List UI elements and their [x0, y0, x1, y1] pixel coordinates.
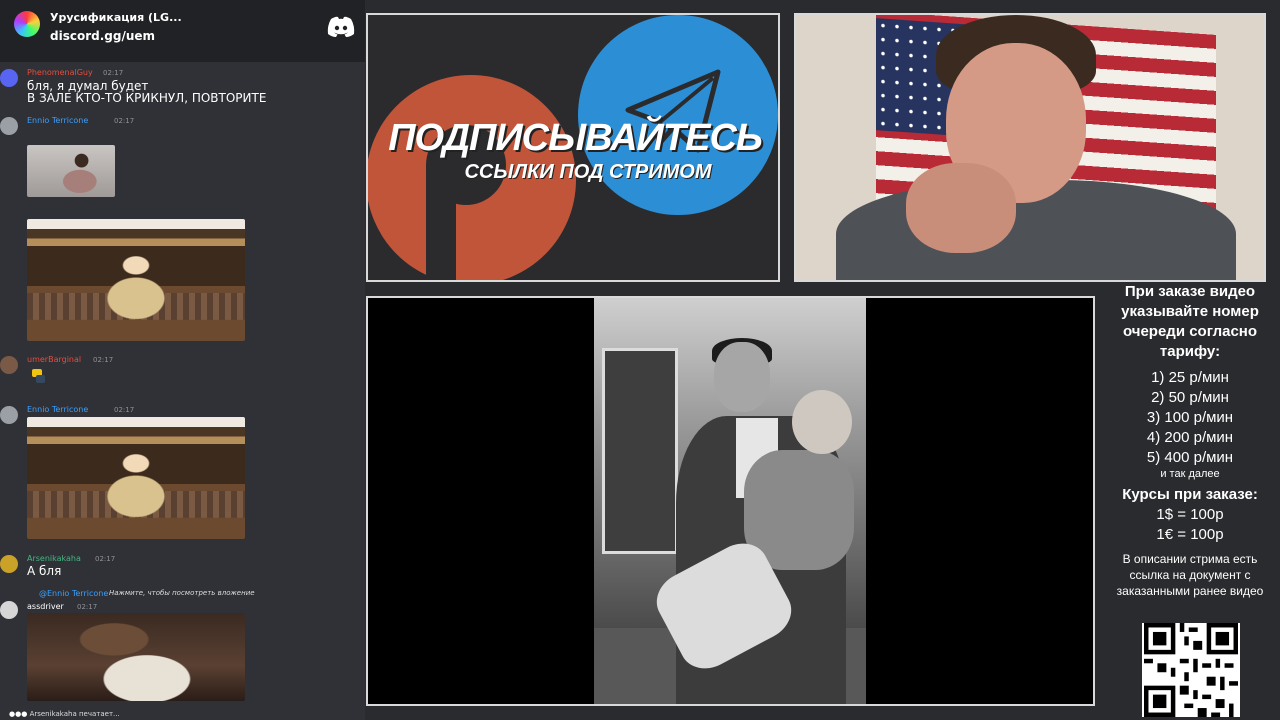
tariff-item: 1) 25 р/мин: [1151, 369, 1229, 386]
server-icon[interactable]: [14, 11, 40, 37]
message-username[interactable]: umerBarginal: [27, 355, 81, 364]
avatar[interactable]: [0, 555, 18, 573]
chat-header: Урусификация (LG... discord.gg/uem: [0, 0, 365, 62]
message-timestamp: 02:17: [103, 69, 124, 77]
description-note: В описании стрима есть ссылка на докумен…: [1116, 552, 1264, 598]
tariff-item: 3) 100 р/мин: [1146, 409, 1234, 426]
tariff-item: 5) 400 р/мин: [1146, 449, 1234, 466]
message-timestamp: 02:17: [93, 356, 114, 364]
tariff-item: 2) 50 р/мин: [1151, 389, 1229, 406]
message-timestamp: 02:17: [114, 406, 135, 414]
gif-attachment[interactable]: [27, 417, 245, 539]
avatar[interactable]: [0, 117, 18, 135]
avatar[interactable]: [0, 69, 18, 87]
message-username[interactable]: Ennio Terricone: [27, 116, 88, 125]
rate-item: 1€ = 100р: [1156, 526, 1224, 543]
typing-indicator: ●●● Arsenikakaha печатает...: [9, 710, 120, 718]
photo-window: [602, 348, 678, 554]
tariff-etc: и так далее: [1160, 468, 1220, 480]
promo-subtitle: ССЫЛКИ ПОД СТРИМОМ: [464, 161, 712, 183]
avatar[interactable]: [0, 356, 18, 374]
message-username[interactable]: Ennio Terricone: [27, 405, 88, 414]
gif-attachment[interactable]: [27, 219, 245, 341]
order-intro: При заказе видео указывайте номер очеред…: [1121, 283, 1259, 360]
avatar[interactable]: [0, 406, 18, 424]
server-invite-link[interactable]: discord.gg/uem: [50, 29, 155, 43]
subscribe-promo-panel: ПОДПИСЫВАЙТЕСЬ ССЫЛКИ ПОД СТРИМОМ: [366, 13, 780, 282]
gif-attachment[interactable]: [27, 613, 245, 701]
typing-text: Arsenikakaha печатает...: [29, 710, 120, 718]
message-text: В ЗАЛЕ КТО-ТО КРИКНУЛ, ПОВТОРИТЕ: [27, 91, 267, 105]
message-username[interactable]: Arsenikakaha: [27, 554, 81, 563]
rates-title: Курсы при заказе:: [1122, 486, 1258, 503]
discord-chat-overlay: Урусификация (LG... discord.gg/uem Pheno…: [0, 0, 365, 720]
video-frame-photo: [594, 298, 866, 704]
message-timestamp: 02:17: [114, 117, 135, 125]
sticker-emoji[interactable]: [28, 366, 50, 386]
reply-preview-text[interactable]: Нажмите, чтобы посмотреть вложение: [109, 589, 255, 597]
rate-item: 1$ = 100р: [1156, 506, 1224, 523]
promo-title: ПОДПИСЫВАЙТЕСЬ: [388, 117, 763, 159]
reply-target-username[interactable]: @Ennio Terricone: [39, 589, 108, 598]
avatar[interactable]: [0, 601, 18, 619]
message-username[interactable]: assdriver: [27, 602, 64, 611]
message-text: А бля: [27, 564, 62, 578]
message-username[interactable]: PhenomenalGuy: [27, 68, 93, 77]
video-player[interactable]: [366, 296, 1095, 706]
photo-child-head: [792, 390, 852, 454]
message-timestamp: 02:17: [77, 603, 98, 611]
server-name[interactable]: Урусификация (LG...: [50, 11, 182, 24]
qr-code-icon[interactable]: [1142, 623, 1240, 717]
order-info-panel: При заказе видео указывайте номер очеред…: [1100, 282, 1280, 599]
message-timestamp: 02:17: [95, 555, 116, 563]
discord-logo-icon: [327, 16, 355, 37]
streamer-hand: [906, 163, 1016, 253]
image-attachment[interactable]: [27, 145, 115, 197]
webcam-feed: [794, 13, 1266, 282]
photo-man-face: [714, 342, 770, 412]
tariff-item: 4) 200 р/мин: [1146, 429, 1234, 446]
